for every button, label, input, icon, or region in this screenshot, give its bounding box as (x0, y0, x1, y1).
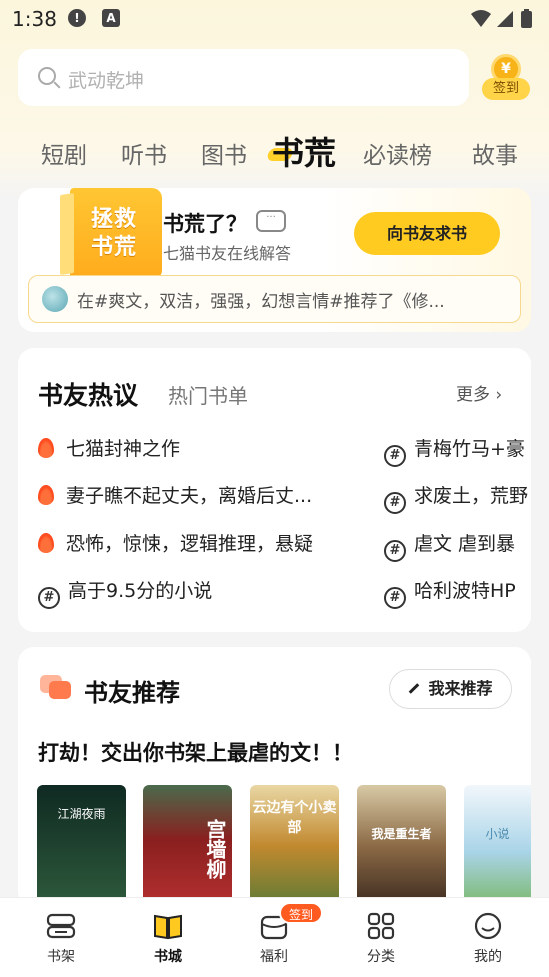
search-input[interactable]: 武动乾坤 (68, 66, 144, 93)
bookshelf-icon (46, 913, 76, 939)
ticker-text: 在#爽文，双洁，强强，幻想言情#推荐了《修... (77, 292, 445, 312)
chevron-right-icon: › (495, 385, 503, 405)
hot-item[interactable]: 妻子瞧不起丈夫，离婚后丈... (38, 481, 368, 508)
tab-book-shortage[interactable]: 书荒 (272, 128, 336, 174)
hot-discussion-card: 书友热议 热门书单 更多 › 七猫封神之作 妻子瞧不起丈夫，离婚后丈... 恐怖… (18, 348, 531, 632)
status-time: 1:38 (12, 7, 57, 31)
hot-item[interactable]: # 哈利波特HP (384, 576, 531, 609)
tab-books[interactable]: 图书 (201, 136, 247, 170)
profile-icon (474, 912, 502, 940)
book-city-icon (154, 914, 182, 940)
hash-icon: # (384, 540, 406, 562)
friend-recommend-card: 书友推荐 我来推荐 打劫！交出你书架上最虐的文！！ 江湖夜雨 宫墙柳 云边有个小… (18, 647, 531, 907)
signin-badge: 签到 (279, 902, 324, 924)
recommendation-ticker[interactable]: 在#爽文，双洁，强强，幻想言情#推荐了《修... (28, 275, 521, 323)
notification-icon: A (102, 9, 120, 27)
fire-icon (38, 485, 54, 505)
banner-title: 书荒了？ (163, 212, 247, 236)
hash-icon: # (384, 587, 406, 609)
book-cover[interactable]: 宫墙柳 (143, 785, 232, 907)
hash-icon: # (38, 587, 60, 609)
signal-battery-icons (471, 9, 532, 28)
hash-icon: # (384, 492, 406, 514)
hot-item[interactable]: # 虐文 虐到暴 (384, 529, 531, 562)
more-link[interactable]: 更多 › (456, 380, 502, 405)
alert-icon: ! (68, 9, 86, 27)
bottom-navigation: 书架 书城 签到 福利 分类 我的 (0, 897, 549, 977)
chat-bubble-icon: ··· (256, 210, 286, 232)
banner-subtitle: 七猫书友在线解答 (163, 244, 292, 263)
category-icon (367, 912, 395, 940)
hot-discussion-tab[interactable]: 书友热议 (38, 376, 138, 412)
signin-label: 签到 (482, 78, 530, 100)
nav-bookshelf[interactable]: 书架 (6, 898, 116, 968)
tab-audiobook[interactable]: 听书 (121, 136, 167, 170)
i-recommend-button[interactable]: 我来推荐 (389, 669, 512, 709)
tab-stories[interactable]: 故事 (472, 136, 518, 170)
book-cover[interactable]: 小说 (464, 785, 531, 907)
nav-welfare[interactable]: 签到 福利 (219, 898, 329, 968)
book-cover[interactable]: 江湖夜雨 (37, 785, 126, 907)
hot-item[interactable]: # 青梅竹马+豪 (384, 434, 531, 467)
nav-category[interactable]: 分类 (326, 898, 436, 968)
search-icon (38, 67, 56, 85)
book-shortage-banner[interactable]: 拯救书荒 书荒了？ ··· 七猫书友在线解答 向书友求书 在#爽文，双洁，强强，… (18, 188, 531, 332)
category-tabs: 短剧 听书 图书 书荒 必读榜 故事 (0, 126, 549, 176)
status-bar: 1:38 ! A (0, 0, 549, 38)
tab-must-read[interactable]: 必读榜 (363, 136, 432, 170)
recommend-headline[interactable]: 打劫！交出你书架上最虐的文！！ (38, 737, 353, 767)
hash-icon: # (384, 445, 406, 467)
hot-item[interactable]: 七猫封神之作 (38, 434, 368, 461)
book-cover[interactable]: 云边有个小卖部 (250, 785, 339, 907)
rescue-book-text: 拯救书荒 (90, 207, 137, 260)
chat-bubbles-icon (40, 675, 72, 701)
hot-item[interactable]: 恐怖，惊悚，逻辑推理，悬疑 (38, 529, 368, 556)
signin-button[interactable]: ¥ 签到 (482, 54, 532, 102)
book-cover[interactable]: 我是重生者 (357, 785, 446, 907)
search-bar[interactable]: 武动乾坤 (18, 49, 469, 106)
nav-book-city[interactable]: 书城 (113, 898, 223, 968)
tab-short-drama[interactable]: 短剧 (41, 136, 87, 170)
pen-icon (409, 683, 420, 694)
fire-icon (38, 438, 54, 458)
hot-booklist-tab[interactable]: 热门书单 (168, 380, 248, 409)
ask-friends-button[interactable]: 向书友求书 (354, 212, 500, 255)
recommend-title: 书友推荐 (84, 679, 180, 707)
hot-item[interactable]: # 高于9.5分的小说 (38, 576, 368, 609)
nav-profile[interactable]: 我的 (433, 898, 543, 968)
fire-icon (38, 533, 54, 553)
avatar (42, 286, 68, 312)
hot-item[interactable]: # 求废土，荒野 (384, 481, 531, 514)
